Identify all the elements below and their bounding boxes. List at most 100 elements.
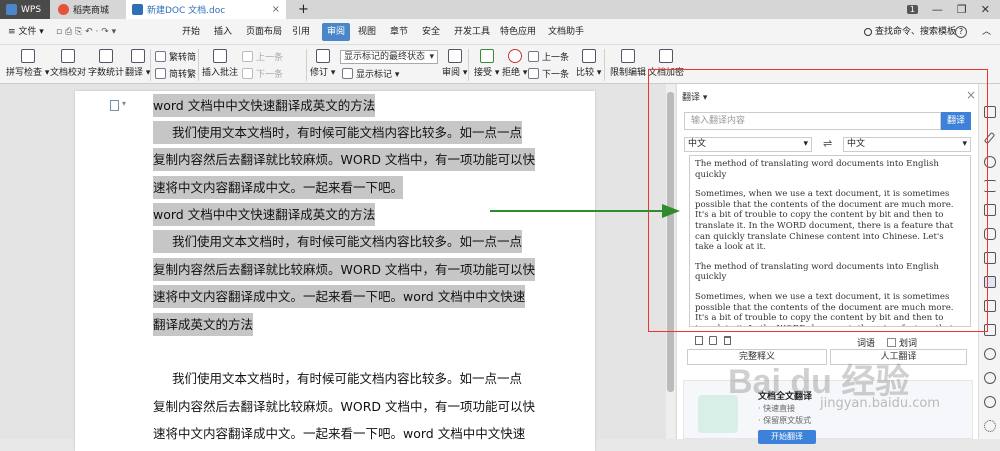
scrollbar-thumb[interactable] — [667, 92, 674, 392]
quick-access-toolbar[interactable]: ▫ ⎙ ⎘ ↶ · ↷ ▾ — [56, 24, 116, 40]
menu-home[interactable]: 开始 — [182, 24, 200, 40]
window-count-badge[interactable]: 1 — [906, 5, 918, 14]
output-paragraph: The method of translating word documents… — [695, 261, 939, 283]
checkbox-icon — [887, 338, 896, 347]
close-icon[interactable]: × — [966, 88, 976, 102]
review-pane-button[interactable]: 审阅 ▾ — [442, 49, 467, 78]
copy-icon[interactable] — [695, 336, 703, 345]
menu-doc-assistant[interactable]: 文档助手 — [548, 24, 584, 40]
translate-submit-button[interactable]: 翻译 — [941, 112, 971, 130]
panel-title[interactable]: 翻译 ▾ — [682, 90, 707, 103]
doc-proofread-button[interactable]: 文档校对 — [50, 49, 86, 78]
menu-reference[interactable]: 引用 — [292, 24, 310, 40]
minimize-icon[interactable]: — — [932, 3, 943, 16]
doc-paragraph-line[interactable]: 复制内容然后去翻译就比较麻烦。WORD 文档中，有一项功能可以快 — [153, 148, 535, 171]
document-scrollbar[interactable] — [666, 84, 675, 439]
paragraph-marker-icon[interactable] — [110, 100, 119, 111]
doc-paragraph-line[interactable]: 我们使用文本文档时，有时候可能文档内容比较多。如一点一点 — [153, 367, 522, 390]
select-word-checkbox[interactable]: 划词 — [887, 336, 917, 349]
doc-heading-2[interactable]: word 文档中中文快速翻译成英文的方法 — [153, 203, 376, 226]
menu-review[interactable]: 审阅 — [322, 23, 351, 41]
collapse-ribbon-icon[interactable]: ︿ — [982, 24, 991, 40]
doc-paragraph-line[interactable]: 复制内容然后去翻译就比较麻烦。WORD 文档中，有一项功能可以快 — [153, 395, 535, 418]
translate-input[interactable]: 输入翻译内容 — [684, 112, 941, 130]
menu-bar: ≡ 文件 ▾ ▫ ⎙ ⎘ ↶ · ↷ ▾ 开始 插入 页面布局 引用 审阅 视图… — [0, 19, 1000, 45]
menu-insert[interactable]: 插入 — [214, 24, 232, 40]
help-circle-icon[interactable] — [984, 372, 996, 384]
history-icon[interactable] — [984, 348, 996, 360]
star-icon[interactable] — [984, 228, 996, 240]
output-paragraph: Sometimes, when we use a text document, … — [695, 291, 954, 326]
refresh-icon[interactable] — [984, 396, 996, 408]
doc-paragraph-line[interactable]: 我们使用文本文档时，有时候可能文档内容比较多。如一点一点 — [153, 121, 523, 144]
tab-store[interactable]: 稻壳商城 — [52, 0, 124, 19]
start-translation-button[interactable]: 开始翻译 — [758, 430, 816, 444]
new-tab-button[interactable]: + — [292, 0, 312, 19]
image-icon[interactable] — [984, 324, 996, 336]
tab-document[interactable]: 新建DOC 文档.doc × — [126, 0, 286, 19]
restrict-editing-button[interactable]: 限制编辑 — [610, 49, 646, 78]
trad-to-simp-button[interactable]: 繁转简 — [155, 50, 196, 63]
more-icon[interactable] — [984, 420, 996, 432]
simp-trad-icon — [155, 68, 166, 79]
revise-icon — [315, 49, 330, 63]
maximize-icon[interactable]: ❐ — [957, 3, 967, 16]
encrypt-doc-button[interactable]: 文档加密 — [648, 49, 684, 78]
simp-to-trad-button[interactable]: 简转繁 — [155, 67, 196, 80]
format-icon[interactable] — [984, 204, 996, 216]
file-menu[interactable]: ≡ 文件 ▾ — [8, 24, 44, 40]
prev-revision-button[interactable]: 上一条 — [528, 50, 569, 63]
tab-bar: WPS 稻壳商城 新建DOC 文档.doc × + 1 — ❐ ✕ — [0, 0, 1000, 19]
menu-page-layout[interactable]: 页面布局 — [246, 24, 282, 40]
menu-view[interactable]: 视图 — [358, 24, 376, 40]
doc-heading-1[interactable]: word 文档中中文快速翻译成英文的方法 — [153, 94, 376, 117]
shapes-icon[interactable] — [984, 156, 996, 168]
doc-paragraph-line[interactable]: 速将中文内容翻译成中文。一起来看一下吧。word 文档中中文快速 — [153, 422, 525, 445]
swap-languages-icon[interactable]: ⇌ — [823, 137, 832, 150]
delete-icon[interactable] — [724, 336, 731, 345]
show-marks-button[interactable]: 显示标记 ▾ — [342, 67, 399, 80]
doc-paragraph-line[interactable]: 速将中文内容翻译成中文。一起来看一下吧。 — [153, 176, 404, 199]
show-markup-select[interactable]: 显示标记的最终状态 ▾ — [340, 50, 438, 64]
spell-check-icon — [20, 49, 35, 63]
spell-check-button[interactable]: 拼写检查 ▾ — [6, 49, 49, 78]
word-count-button[interactable]: 字数统计 — [88, 49, 124, 78]
help-icon[interactable]: ? — [955, 26, 967, 38]
next-comment-button[interactable]: 下一条 — [242, 67, 283, 80]
insert-comment-button[interactable]: 插入批注 — [202, 49, 238, 78]
marker-chevron-icon[interactable]: ▾ — [122, 99, 126, 108]
share-icon[interactable] — [984, 252, 996, 264]
restrict-edit-icon — [621, 49, 635, 63]
source-language-select[interactable]: 中文 ▾ — [684, 137, 812, 152]
tab-wps[interactable]: WPS — [0, 0, 50, 19]
reject-button[interactable]: 拒绝 ▾ — [502, 49, 527, 78]
accept-button[interactable]: 接受 ▾ — [474, 49, 499, 78]
doc-paragraph-line[interactable]: 复制内容然后去翻译就比较麻烦。WORD 文档中，有一项功能可以快 — [153, 258, 535, 281]
menu-features[interactable]: 特色应用 — [500, 24, 536, 40]
command-search[interactable]: 查找命令、搜索模板 — [864, 24, 956, 40]
backup-icon[interactable] — [984, 300, 996, 312]
revise-button[interactable]: 修订 ▾ — [310, 49, 335, 78]
close-tab-icon[interactable]: × — [272, 4, 280, 15]
doc-paragraph-line[interactable]: 我们使用文本文档时，有时候可能文档内容比较多。如一点一点 — [153, 230, 523, 253]
compare-button[interactable]: 比较 ▾ — [576, 49, 601, 78]
prev-comment-button[interactable]: 上一条 — [242, 50, 283, 63]
settings-sliders-icon[interactable] — [984, 180, 996, 192]
close-window-icon[interactable]: ✕ — [981, 3, 990, 16]
doc-paragraph-line[interactable]: 翻译成英文的方法 — [153, 313, 254, 336]
translate-icon[interactable] — [984, 276, 996, 288]
target-language-select[interactable]: 中文 ▾ — [843, 137, 971, 152]
review-ribbon: 拼写检查 ▾ 文档校对 字数统计 翻译 ▾ 繁转简 简转繁 插入批注 上一条 下… — [0, 45, 1000, 84]
pen-icon[interactable] — [983, 131, 996, 145]
word-option[interactable]: 词语 — [857, 336, 875, 349]
review-pane-icon — [447, 49, 462, 63]
menu-security[interactable]: 安全 — [422, 24, 440, 40]
menu-chapter[interactable]: 章节 — [390, 24, 408, 40]
next-revision-button[interactable]: 下一条 — [528, 67, 569, 80]
translate-button[interactable]: 翻译 ▾ — [125, 49, 150, 78]
insert-doc-icon[interactable] — [709, 336, 717, 345]
translation-output[interactable]: The method of translating word documents… — [689, 155, 971, 327]
doc-paragraph-line[interactable]: 速将中文内容翻译成中文。一起来看一下吧。word 文档中中文快速 — [153, 285, 526, 308]
menu-developer[interactable]: 开发工具 — [454, 24, 490, 40]
cursor-icon[interactable] — [984, 106, 996, 118]
